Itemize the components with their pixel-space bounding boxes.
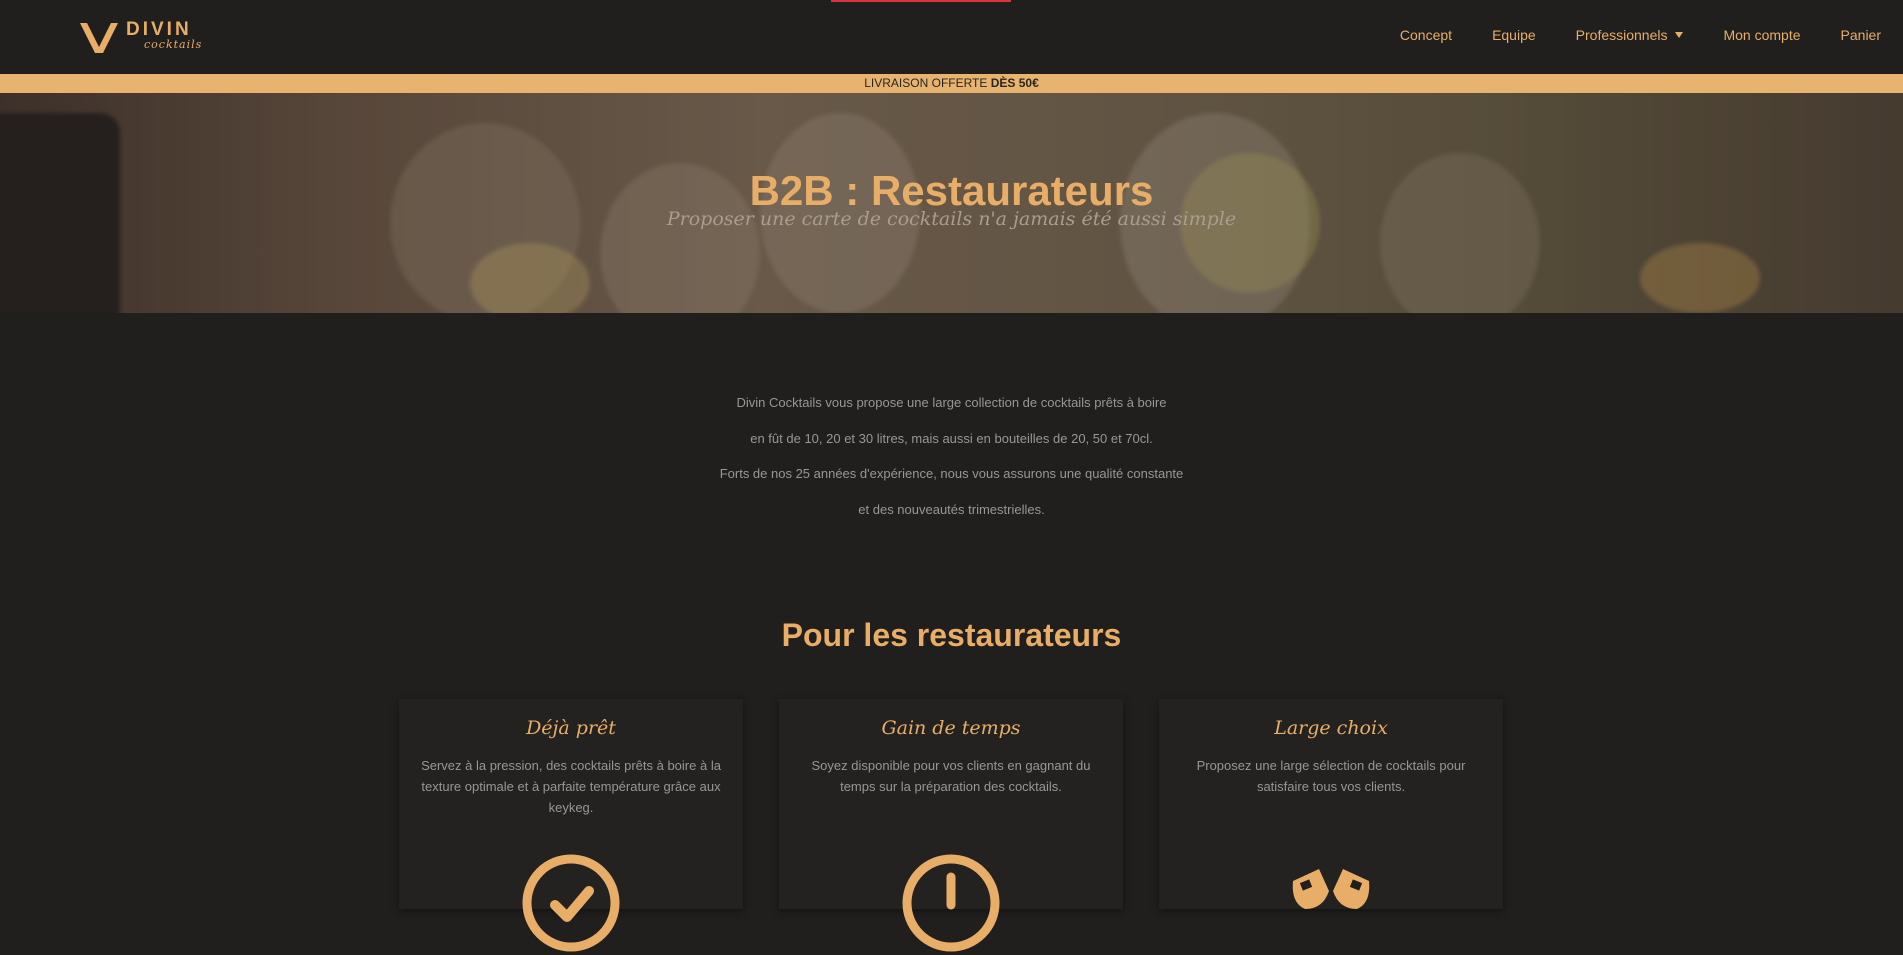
feature-card-large-choix: Large choix Proposez une large sélection… (1159, 699, 1503, 909)
promo-banner: LIVRAISON OFFERTE DÈS 50€ (0, 74, 1903, 93)
logo-text: DIVIN cocktails (126, 19, 208, 55)
nav-professionnels-label: Professionnels (1575, 27, 1668, 43)
intro-line: et des nouveautés trimestrielles. (858, 501, 1045, 517)
intro-line: en fût de 10, 20 et 30 litres, mais auss… (750, 430, 1153, 446)
card-text: Soyez disponible pour vos clients en gag… (811, 758, 1091, 794)
promo-bold: DÈS 50€ (990, 76, 1039, 90)
card-title: Gain de temps (881, 717, 1021, 739)
promo-text: LIVRAISON OFFERTE (864, 76, 991, 90)
brand-tagline: cocktails (144, 38, 203, 51)
nav-mon-compte[interactable]: Mon compte (1723, 27, 1800, 43)
top-accent-line (831, 0, 1011, 2)
card-title: Large choix (1274, 717, 1388, 739)
card-title: Déjà prêt (526, 717, 616, 739)
clock-icon (902, 854, 1000, 952)
feature-card-deja-pret: Déjà prêt Servez à la pression, des cock… (399, 699, 743, 952)
feature-card-gain-de-temps: Gain de temps Soyez disponible pour vos … (779, 699, 1123, 952)
caret-down-icon (1675, 32, 1684, 38)
logo[interactable]: DIVIN cocktails (78, 18, 208, 56)
section-title: Pour les restaurateurs (781, 617, 1122, 653)
nav-equipe[interactable]: Equipe (1492, 27, 1536, 43)
logo-mark-icon (80, 23, 118, 53)
site-header: DIVIN cocktails Concept Equipe Professio… (0, 0, 1903, 74)
nav-panier[interactable]: Panier (1841, 27, 1881, 43)
intro-text: Divin Cocktails vous propose une large c… (0, 391, 1903, 533)
card-text: Servez à la pression, des cocktails prêt… (421, 758, 721, 815)
nav-professionnels[interactable]: Professionnels (1576, 27, 1684, 43)
nav-concept[interactable]: Concept (1400, 27, 1452, 43)
hero-subtitle: Proposer une carte de cocktails n'a jama… (666, 208, 1237, 230)
glasses-cheers-icon (1292, 869, 1370, 909)
intro-line: Divin Cocktails vous propose une large c… (736, 395, 1167, 410)
main-nav: Concept Equipe Professionnels Mon compte… (1360, 0, 1881, 70)
check-circle-icon (522, 854, 620, 952)
hero-banner: B2B : Restaurateurs Proposer une carte d… (0, 93, 1903, 313)
card-text: Proposez une large sélection de cocktail… (1196, 758, 1466, 794)
intro-line: Forts de nos 25 années d'expérience, nou… (719, 466, 1184, 481)
